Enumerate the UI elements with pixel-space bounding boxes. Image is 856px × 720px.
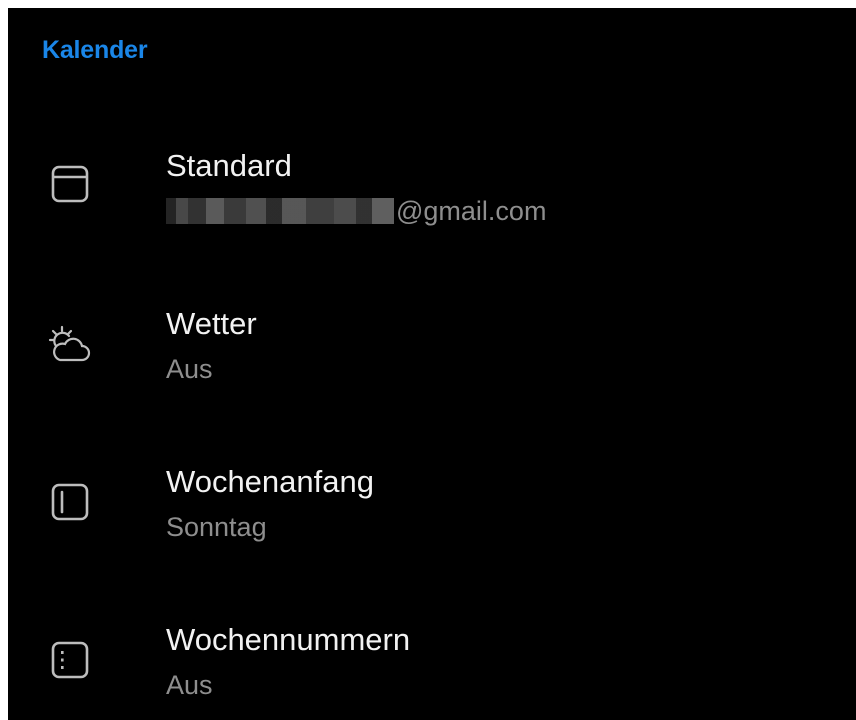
weather-icon: [48, 325, 91, 362]
setting-week-start[interactable]: Wochenanfang Sonntag: [8, 444, 856, 554]
setting-title: Standard: [166, 148, 292, 183]
setting-subtitle: Aus: [166, 670, 213, 700]
calendar-settings-screen: Kalender Standard @gmail.com Wetter Aus: [8, 8, 856, 720]
setting-default-calendar[interactable]: Standard @gmail.com: [8, 128, 856, 238]
redacted-email-mask: [166, 198, 394, 224]
week-numbers-icon: [51, 641, 89, 679]
setting-week-numbers[interactable]: Wochennummern Aus: [8, 602, 856, 712]
calendar-icon: [51, 165, 89, 203]
setting-title: Wochennummern: [166, 622, 411, 657]
section-header: Kalender: [42, 36, 148, 64]
setting-title: Wochenanfang: [166, 464, 374, 499]
setting-weather[interactable]: Wetter Aus: [8, 286, 856, 396]
week-start-icon: [51, 483, 89, 521]
email-suffix: @gmail.com: [396, 196, 547, 226]
setting-subtitle: @gmail.com: [166, 196, 546, 227]
setting-subtitle: Aus: [166, 354, 213, 384]
setting-subtitle: Sonntag: [166, 512, 267, 542]
setting-title: Wetter: [166, 306, 257, 341]
